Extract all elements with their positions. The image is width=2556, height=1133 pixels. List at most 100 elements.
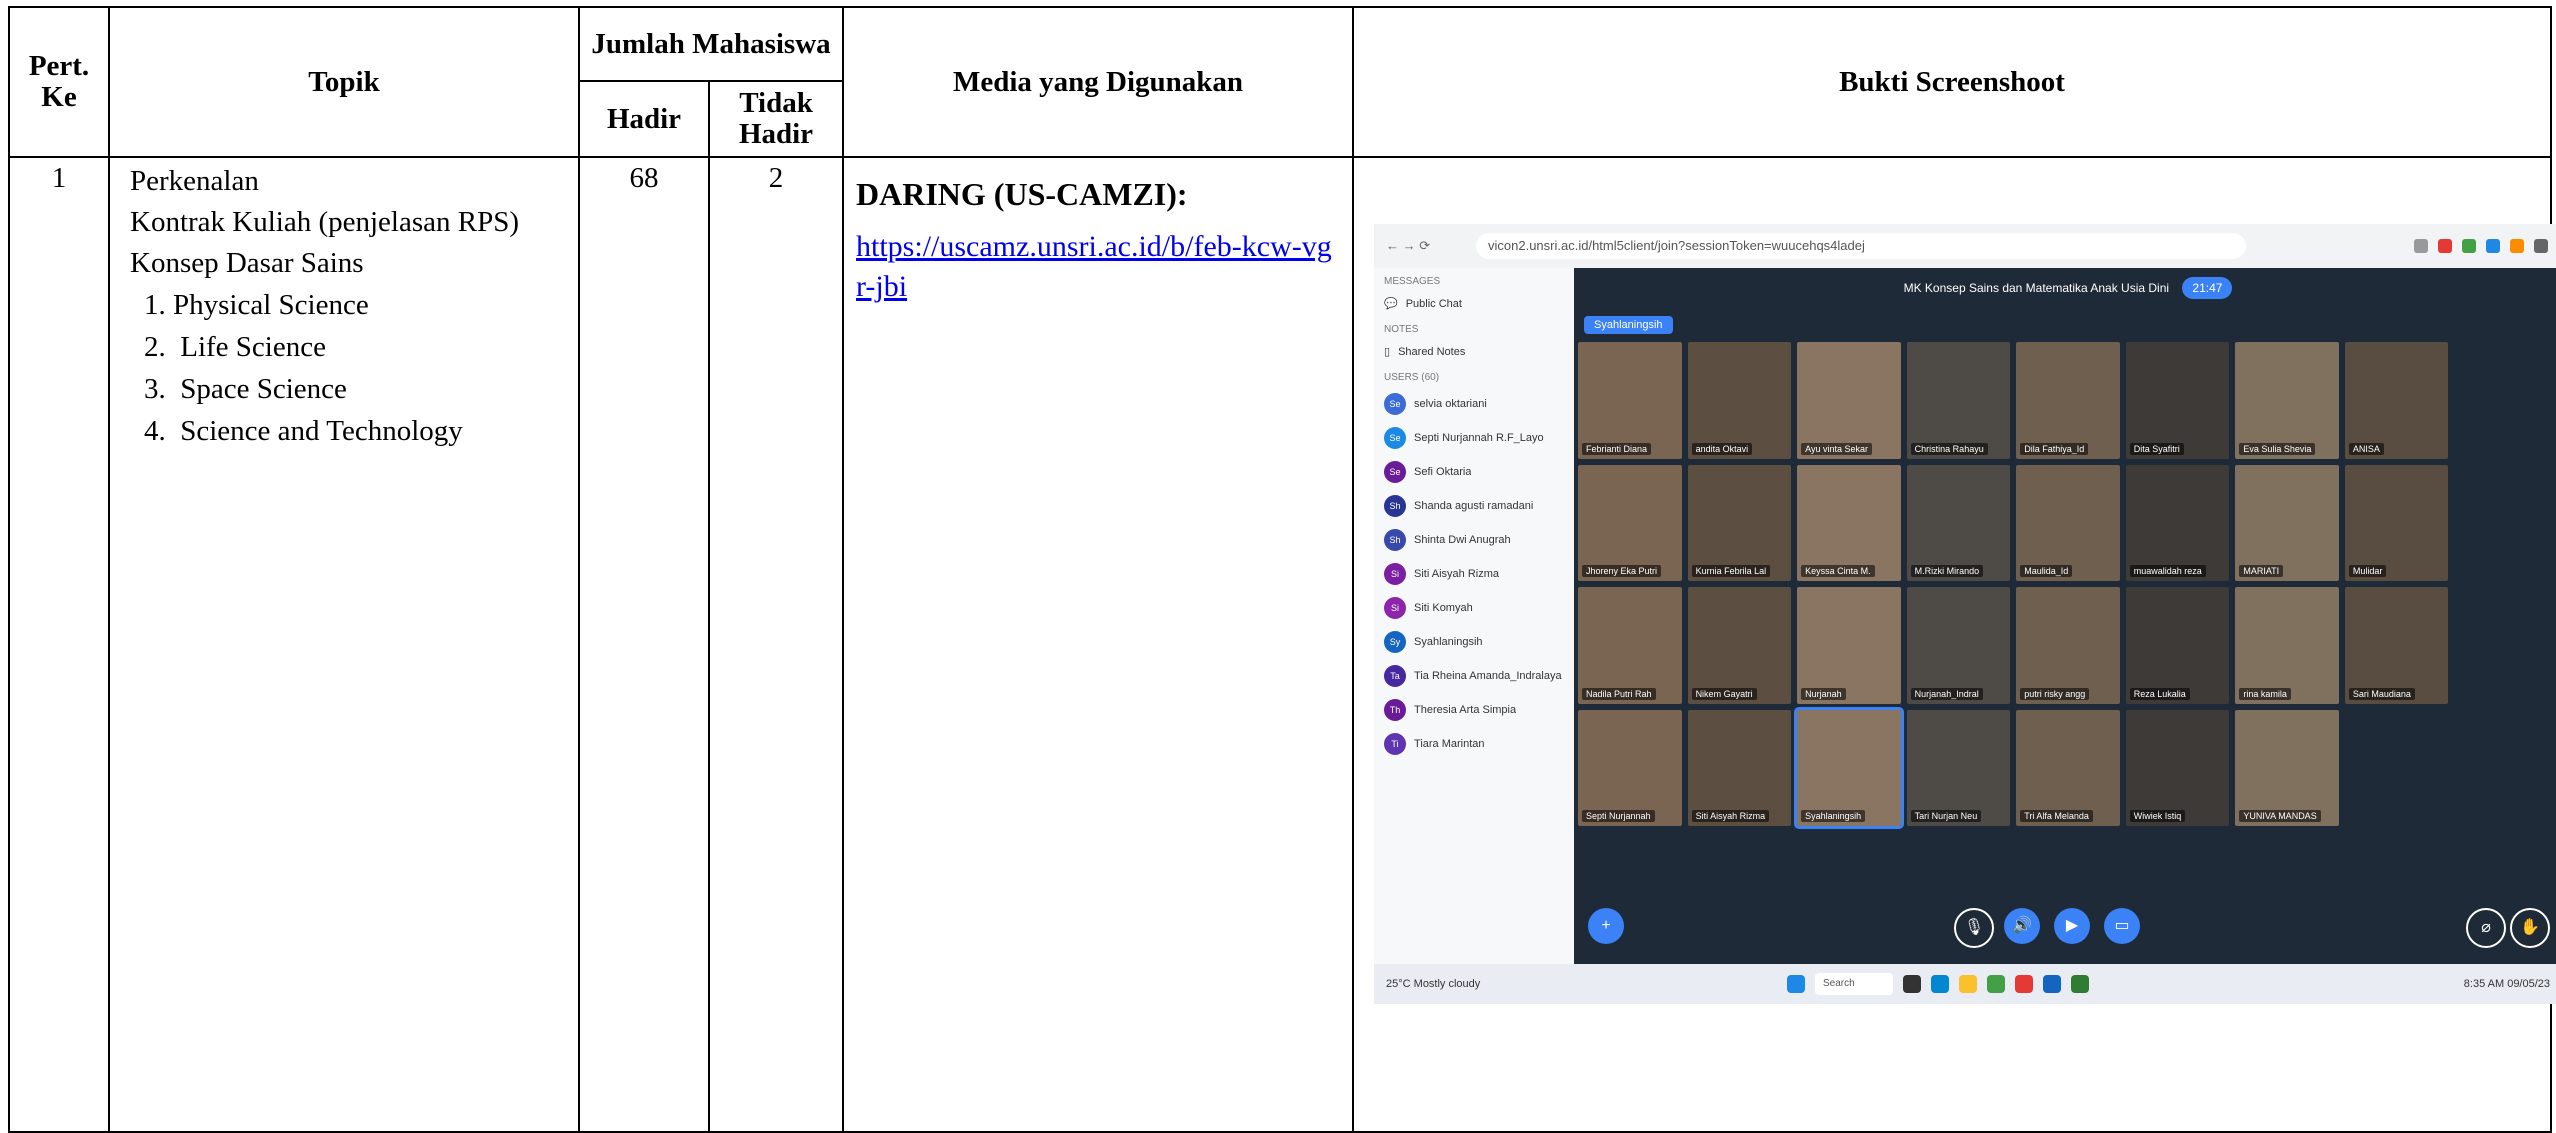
participant-name: Maulida_Id (2020, 565, 2073, 577)
taskview-icon (1903, 975, 1922, 993)
participant-name: Dita Syafitri (2129, 442, 2184, 455)
participant-name: Sari Maudiana (2348, 687, 2415, 700)
media-link[interactable]: https://uscamz.unsri.ac.id/b/feb-kcw-vgr… (856, 230, 1332, 303)
video-tile: M.Rizki Mirando (1906, 464, 2011, 581)
user-item: Th Theresia Arta Simpia (1374, 693, 1574, 727)
video-tile: Nurjanah (1797, 587, 1901, 704)
subtopic-item: 4. Science and Technology (144, 415, 463, 447)
video-tile (2454, 710, 2556, 827)
video-tile: Mulidar (2344, 464, 2449, 581)
video-tile: Maulida_Id (2016, 464, 2120, 581)
video-grid: Febrianti Diana andita Oktavi Ayu vinta Se… (1578, 342, 2556, 829)
subtopic-item: 2. Life Science (144, 331, 326, 363)
tidak-hadir-count: 2 (768, 162, 784, 194)
chrome-icon (1987, 975, 2006, 993)
meeting-controls: + 🎙 🔊 ▶ ▭ ⌀ ✋ (1574, 896, 2556, 956)
header-hadir: Hadir (578, 80, 710, 158)
avatar: Se (1384, 427, 1407, 449)
video-tile: Jhoreny Eka Putri (1578, 464, 1682, 581)
avatar: Sy (1384, 631, 1407, 653)
extension-icon (2414, 239, 2429, 253)
subtopic-item: 1. Physical Science (144, 289, 369, 321)
taskbar-apps: Search (1506, 973, 2370, 995)
avatar: Ta (1384, 665, 1407, 687)
video-tile: Febrianti Diana (1578, 342, 1682, 459)
participant-name: Tri Alfa Melanda (2020, 810, 2093, 822)
participant-name: Nadila Putri Rah (1582, 687, 1656, 700)
meeting-title: MK Konsep Sains dan Matematika Anak Usia… (1903, 281, 2170, 295)
media-mode: DARING (US-CAMZI): (856, 176, 1188, 212)
participant-name: Dila Fathiya_Id (2020, 442, 2089, 455)
browser-extensions (2258, 239, 2556, 253)
header-hadir-label: Hadir (606, 102, 682, 135)
subtopic-item: 3. Space Science (144, 373, 347, 405)
windows-taskbar: 25°C Mostly cloudy Search 8:35 AM 09/05/… (1374, 964, 2556, 1004)
video-tile: Tari Nurjan Neu (1906, 709, 2011, 826)
taskbar-search: Search (1815, 973, 1894, 995)
header-pert-label: Pert. Ke (28, 50, 90, 113)
participant-name: Eva Sulia Shevia (2239, 442, 2316, 455)
video-tile: Dila Fathiya_Id (2016, 342, 2120, 459)
video-tile: rina kamila (2235, 587, 2339, 704)
cell-no: 1 (8, 156, 110, 1133)
avatar: Se (1384, 461, 1407, 483)
word-icon (2043, 975, 2062, 993)
weather-widget: 25°C Mostly cloudy (1386, 978, 1481, 990)
shared-notes-item: ▯ Shared Notes (1374, 339, 1574, 364)
cell-media: DARING (US-CAMZI): https://uscamz.unsri.… (842, 156, 1355, 1133)
video-tile: Kurnia Febrila Lal (1687, 464, 1792, 581)
user-list: Se selvia oktariani Se Septi Nurjannah R.F… (1374, 387, 1574, 761)
extension-icon (2438, 239, 2453, 253)
avatar: Ti (1384, 733, 1407, 755)
user-item: Ti Tiara Marintan (1374, 727, 1574, 761)
participant-name: Nurjanah_Indral (1910, 687, 1983, 700)
excel-icon (2071, 975, 2090, 993)
video-tile: Eva Sulia Shevia (2235, 342, 2339, 459)
participant-name: andita Oktavi (1691, 442, 1753, 455)
user-item: Se Sefi Oktaria (1374, 455, 1574, 489)
screenshare-icon: ▭ (2104, 908, 2141, 944)
sidebar-users-header: USERS (60) (1384, 372, 1440, 383)
participant-name: MARIATI (2239, 565, 2284, 577)
user-name: Siti Komyah (1414, 602, 1473, 614)
extension-icon (2534, 239, 2549, 253)
edge-icon (1931, 975, 1950, 993)
user-item: Sy Syahlaningsih (1374, 625, 1574, 659)
table-row: 1 Perkenalan Kontrak Kuliah (penjelasan … (8, 156, 2556, 1133)
header-pert: Pert. Ke (8, 6, 110, 158)
participant-name: Kurnia Febrila Lal (1691, 565, 1771, 577)
sidebar-messages-header: MESSAGES (1384, 276, 1441, 287)
video-tile: andita Oktavi (1687, 342, 1792, 459)
participant-name: Septi Nurjannah (1582, 810, 1655, 822)
plus-icon: + (1588, 908, 1625, 944)
avatar: Si (1384, 597, 1407, 619)
topic-line: Konsep Dasar Sains (130, 247, 364, 279)
browser-bar: ← → ⟳ vicon2.unsri.ac.id/html5client/joi… (1374, 224, 2556, 268)
user-item: Se Septi Nurjannah R.F_Layo (1374, 421, 1574, 455)
avatar: Sh (1384, 529, 1407, 551)
participant-name: Wiwiek Istiq (2129, 810, 2186, 822)
header-jumlah: Jumlah Mahasiswa (577, 6, 845, 82)
recording-timer: 21:47 (2182, 277, 2233, 299)
video-tile (2454, 587, 2556, 704)
participant-name: Nikem Gayatri (1691, 687, 1757, 700)
participant-name: Mulidar (2348, 565, 2387, 577)
system-clock: 8:35 AM 09/05/23 (2463, 978, 2551, 990)
participant-name: rina kamila (2239, 687, 2291, 700)
video-tile (2454, 465, 2556, 582)
header-media-label: Media yang Digunakan (952, 65, 1244, 98)
report-table: Pert. Ke Topik Jumlah Mahasiswa Media ya… (8, 6, 2556, 1133)
video-tile: Reza Lukalia (2125, 587, 2230, 704)
participant-name: putri risky angg (2020, 687, 2090, 700)
meeting-sidebar: MESSAGES 💬 Public Chat NOTES ▯ Shared Note… (1374, 268, 1575, 964)
participant-name: Christina Rahayu (1910, 442, 1988, 455)
video-tile: muawalidah reza (2125, 464, 2230, 581)
chat-icon: 💬 (1384, 298, 1398, 310)
user-name: Shanda agusti ramadani (1414, 500, 1534, 512)
participant-name: Siti Aisyah Rizma (1691, 810, 1770, 822)
user-name: Septi Nurjannah R.F_Layo (1414, 432, 1544, 444)
user-name: Tiara Marintan (1414, 738, 1485, 750)
video-tile: Siti Aisyah Rizma (1687, 709, 1792, 826)
participant-name: YUNIVA MANDAS (2239, 810, 2321, 822)
participant-name: Nurjanah (1801, 687, 1846, 700)
